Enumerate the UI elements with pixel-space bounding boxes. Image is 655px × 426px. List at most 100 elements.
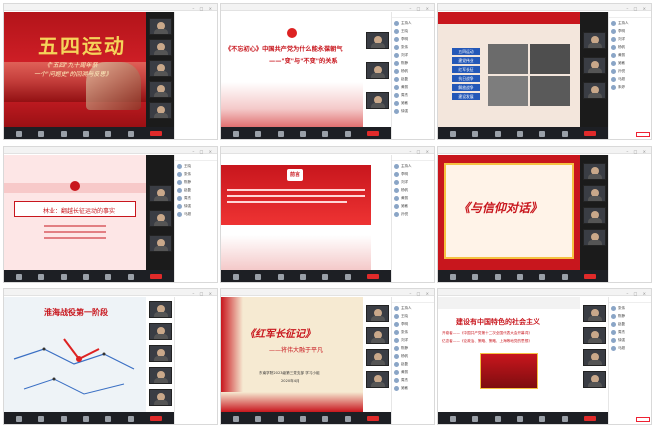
share-icon[interactable] [277,130,284,137]
participant-row[interactable]: 周杰 [177,195,217,202]
mic-icon[interactable] [450,130,457,137]
participant-row[interactable]: 主持人 [394,305,434,312]
share-icon[interactable] [494,273,501,280]
participant-row[interactable]: 马超 [611,345,651,352]
menu-item[interactable]: 建党伟业 [452,57,480,64]
participant-video[interactable] [149,60,172,77]
window-controls[interactable]: – □ × [409,290,431,297]
participant-video[interactable] [583,163,606,180]
participant-video[interactable] [149,210,172,227]
camera-icon[interactable] [38,415,45,422]
leave-button[interactable] [149,274,162,279]
participant-row[interactable]: 赵磊 [394,361,434,368]
participant-row[interactable]: 刘洋 [394,179,434,186]
chat-icon[interactable] [322,415,329,422]
participants-icon[interactable] [516,130,523,137]
participant-video[interactable] [583,207,606,224]
window-controls[interactable]: – □ × [626,148,648,155]
participant-row[interactable]: 陈静 [177,179,217,186]
participants-icon[interactable] [82,130,89,137]
participant-row[interactable]: 李明 [394,321,434,328]
participant-row[interactable]: 吴敏 [394,100,434,107]
participant-row[interactable]: 黄丽 [611,52,651,59]
participant-row[interactable]: 杨帆 [394,68,434,75]
record-icon[interactable] [127,273,134,280]
participant-video[interactable] [366,371,389,388]
menu-item[interactable]: 解放战争 [452,84,480,91]
participant-row[interactable]: 孙悦 [394,211,434,218]
menu-item[interactable]: 建设发展 [452,93,480,100]
record-button[interactable] [636,417,650,422]
participant-video[interactable] [149,367,172,384]
participant-row[interactable]: 主持人 [611,20,651,27]
record-icon[interactable] [561,415,568,422]
leave-button[interactable] [583,274,596,279]
leave-button[interactable] [149,416,162,421]
chat-icon[interactable] [105,130,112,137]
participant-row[interactable]: 朱婷 [611,84,651,91]
record-icon[interactable] [344,273,351,280]
participant-video[interactable] [366,349,389,366]
window-controls[interactable]: – □ × [626,5,648,12]
participants-icon[interactable] [516,273,523,280]
participants-icon[interactable] [82,415,89,422]
menu-item[interactable]: 抗日战争 [452,75,480,82]
window-controls[interactable]: – □ × [192,5,214,12]
participant-video[interactable] [583,185,606,202]
chat-icon[interactable] [105,273,112,280]
participant-row[interactable]: 周杰 [611,329,651,336]
participant-row[interactable]: 吴敏 [394,203,434,210]
share-icon[interactable] [494,130,501,137]
leave-button[interactable] [366,274,379,279]
leave-button[interactable] [583,416,596,421]
window-controls[interactable]: – □ × [409,148,431,155]
chat-icon[interactable] [322,130,329,137]
participant-row[interactable]: 主持人 [394,163,434,170]
participant-row[interactable]: 李明 [611,28,651,35]
mic-icon[interactable] [233,273,240,280]
camera-icon[interactable] [255,130,262,137]
participants-icon[interactable] [299,415,306,422]
participant-row[interactable]: 张伟 [611,305,651,312]
participant-row[interactable]: 李明 [394,36,434,43]
participant-video[interactable] [149,102,172,119]
participant-row[interactable]: 赵磊 [177,187,217,194]
participant-row[interactable]: 徐强 [394,108,434,115]
chat-icon[interactable] [539,130,546,137]
participant-video[interactable] [583,82,606,99]
participant-row[interactable]: 李明 [394,171,434,178]
participant-row[interactable]: 张伟 [394,44,434,51]
participant-row[interactable]: 王晓 [394,28,434,35]
participants-icon[interactable] [299,130,306,137]
participant-video[interactable] [366,327,389,344]
share-icon[interactable] [277,415,284,422]
camera-icon[interactable] [472,415,479,422]
participant-video[interactable] [583,305,606,322]
participant-video[interactable] [149,18,172,35]
participant-video[interactable] [149,81,172,98]
share-icon[interactable] [494,415,501,422]
participant-row[interactable]: 刘洋 [394,337,434,344]
participant-row[interactable]: 孙悦 [611,68,651,75]
participant-row[interactable]: 周杰 [394,92,434,99]
participant-row[interactable]: 王晓 [394,313,434,320]
camera-icon[interactable] [255,273,262,280]
participant-row[interactable]: 马超 [611,76,651,83]
participant-video[interactable] [583,349,606,366]
participant-video[interactable] [583,327,606,344]
camera-icon[interactable] [472,130,479,137]
record-icon[interactable] [127,130,134,137]
share-icon[interactable] [60,130,67,137]
chat-icon[interactable] [539,415,546,422]
share-icon[interactable] [277,273,284,280]
participant-video[interactable] [149,345,172,362]
participant-row[interactable]: 黄丽 [394,369,434,376]
chat-icon[interactable] [105,415,112,422]
share-icon[interactable] [60,415,67,422]
chat-icon[interactable] [322,273,329,280]
record-icon[interactable] [561,273,568,280]
menu-item[interactable]: 五四运动 [452,48,480,55]
leave-button[interactable] [366,416,379,421]
mic-icon[interactable] [233,130,240,137]
participant-video[interactable] [149,185,172,202]
